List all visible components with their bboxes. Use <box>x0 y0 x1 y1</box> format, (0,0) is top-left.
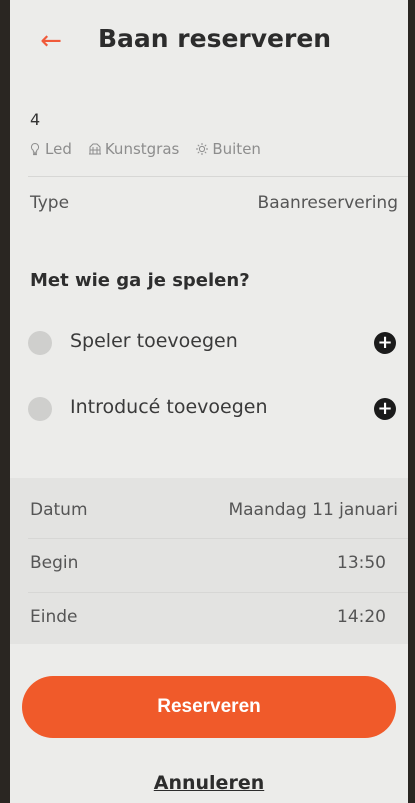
date-label: Datum <box>30 500 88 520</box>
court-features: Led Kunstgras Buiten <box>28 140 261 158</box>
plus-icon[interactable]: + <box>374 398 396 420</box>
date-row[interactable]: Datum Maandag 11 januari <box>10 484 408 536</box>
type-value: Baanreservering <box>257 193 398 213</box>
start-label: Begin <box>30 553 79 573</box>
feature-led: Led <box>28 140 72 158</box>
app-screen: ← Baan reserveren 4 Led Kunstgras Buiten… <box>10 0 408 803</box>
add-player-label: Speler toevoegen <box>70 330 238 352</box>
sun-icon <box>196 143 209 155</box>
players-title: Met wie ga je spelen? <box>30 270 250 291</box>
add-guest-label: Introducé toevoegen <box>70 396 268 418</box>
bulb-icon <box>30 142 40 156</box>
end-label: Einde <box>30 607 78 627</box>
page-title: Baan reserveren <box>98 24 332 53</box>
court-number: 4 <box>30 110 41 129</box>
feature-label: Buiten <box>212 140 261 158</box>
reserve-button[interactable]: Reserveren <box>22 676 396 738</box>
feature-label: Led <box>45 140 72 158</box>
avatar-placeholder <box>28 331 52 355</box>
cancel-button[interactable]: Annuleren <box>10 772 408 794</box>
arrow-left-icon[interactable]: ← <box>36 26 66 56</box>
feature-surface: Kunstgras <box>88 140 180 158</box>
add-player-row[interactable]: Speler toevoegen + <box>10 322 408 362</box>
feature-label: Kunstgras <box>104 140 180 158</box>
turf-icon <box>88 143 101 155</box>
date-value: Maandag 11 januari <box>228 500 398 520</box>
feature-location: Buiten <box>195 140 261 158</box>
end-value: 14:20 <box>337 607 386 627</box>
app-header: ← Baan reserveren <box>10 0 408 88</box>
schedule-panel: Datum Maandag 11 januari Begin 13:50 Ein… <box>10 478 408 644</box>
end-row[interactable]: Einde 14:20 <box>10 593 408 645</box>
plus-icon[interactable]: + <box>374 332 396 354</box>
court-info: 4 Led Kunstgras Buiten <box>10 100 408 172</box>
type-label: Type <box>30 193 70 213</box>
type-row: Type Baanreservering <box>10 182 408 228</box>
start-value: 13:50 <box>337 553 386 573</box>
avatar-placeholder <box>28 397 52 421</box>
divider <box>28 176 408 177</box>
start-row[interactable]: Begin 13:50 <box>10 539 408 591</box>
add-guest-row[interactable]: Introducé toevoegen + <box>10 388 408 428</box>
